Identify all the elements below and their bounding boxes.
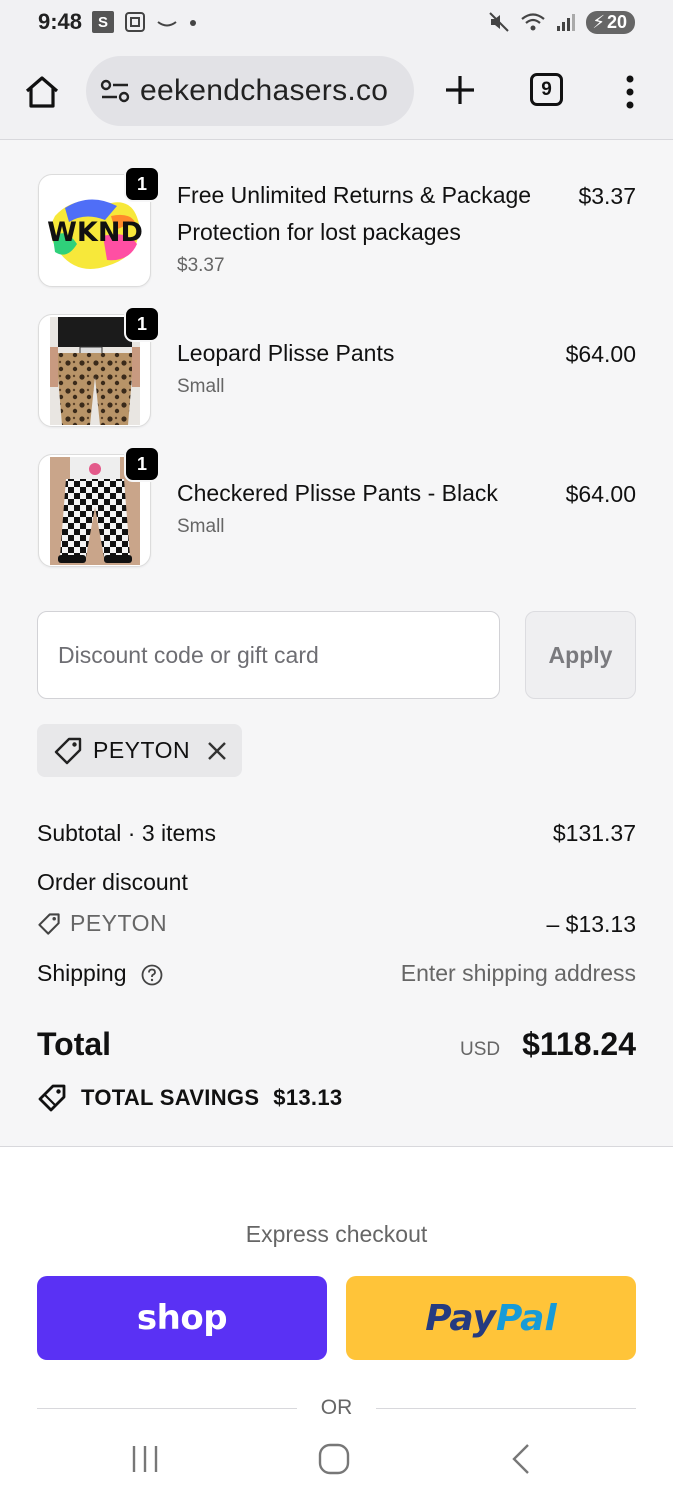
battery-indicator: ⚡ 20 xyxy=(586,10,635,34)
line-item: 1 Checkered Plisse Pants - Black Small $… xyxy=(38,446,636,568)
url-text[interactable]: eekendchasers.co xyxy=(140,74,388,108)
total-value: $118.24 xyxy=(522,1026,636,1062)
order-discount-label: Order discount xyxy=(37,869,188,895)
item-name: Checkered Plisse Pants - Black xyxy=(177,480,498,506)
help-icon[interactable] xyxy=(141,964,163,986)
status-bar: 9:48 S ⚡ 20 xyxy=(0,0,673,44)
express-checkout-title: Express checkout xyxy=(245,1221,428,1247)
divider-line xyxy=(37,1407,297,1409)
notification-dot-icon xyxy=(190,20,197,26)
back-nav-icon[interactable] xyxy=(502,1442,542,1476)
savings-label: TOTAL SAVINGS xyxy=(81,1085,260,1110)
item-price: $64.00 xyxy=(565,341,636,367)
system-nav-bar xyxy=(0,1430,673,1500)
item-price: $3.37 xyxy=(578,183,636,209)
order-discount-code: PEYTON xyxy=(37,910,167,937)
line-item: WKND 1 Free Unlimited Returns & Package … xyxy=(38,166,636,288)
svg-text:WKND: WKND xyxy=(47,217,143,248)
item-subtitle: Small xyxy=(177,516,225,537)
signal-icon xyxy=(557,14,576,31)
total-currency: USD xyxy=(460,1039,501,1060)
savings-value: $13.13 xyxy=(273,1085,343,1110)
charging-icon: ⚡ xyxy=(592,11,605,32)
tag-icon xyxy=(54,737,82,764)
paypal-button[interactable]: Pay Pal xyxy=(346,1276,636,1360)
address-bar[interactable]: eekendchasers.co xyxy=(86,56,414,126)
item-name-continued: Protection for lost packages xyxy=(177,219,461,245)
applied-discount-chip: PEYTON xyxy=(37,724,242,777)
home-icon[interactable] xyxy=(22,72,62,112)
apply-discount-button[interactable]: Apply xyxy=(525,611,636,699)
subtotal-label: Subtotal · 3 items xyxy=(37,820,216,846)
more-options-icon[interactable] xyxy=(620,72,640,112)
subtotal-value: $131.37 xyxy=(552,820,636,846)
quantity-badge: 1 xyxy=(124,166,160,202)
item-name: Leopard Plisse Pants xyxy=(177,340,395,366)
item-name: Free Unlimited Returns & Package xyxy=(177,182,532,208)
amazon-icon xyxy=(157,21,177,27)
savings-tag-icon xyxy=(38,1084,66,1112)
quantity-badge: 1 xyxy=(124,446,160,482)
shipping-value: Enter shipping address xyxy=(400,960,636,986)
total-label: Total xyxy=(37,1026,112,1062)
shop-pay-button[interactable]: shop xyxy=(37,1276,327,1360)
item-price: $64.00 xyxy=(565,481,636,507)
or-divider: OR xyxy=(37,1393,636,1423)
app-badge-icon: S xyxy=(92,11,115,33)
mute-icon xyxy=(489,12,510,32)
line-item: 1 Leopard Plisse Pants Small $64.00 xyxy=(38,306,636,428)
item-subtitle: $3.37 xyxy=(177,255,225,276)
express-checkout-section: Express checkout shop Pay Pal OR xyxy=(0,1146,673,1430)
item-subtitle: Small xyxy=(177,376,225,397)
paypal-logo-pal: Pal xyxy=(496,1297,557,1339)
shop-pay-logo: shop xyxy=(136,1298,228,1338)
tab-switcher-button[interactable]: 9 xyxy=(530,73,563,106)
recent-apps-icon[interactable] xyxy=(126,1442,166,1476)
order-discount-value: – $13.13 xyxy=(546,911,636,937)
paypal-logo-pay: Pay xyxy=(425,1297,496,1339)
quantity-badge: 1 xyxy=(124,306,160,342)
shipping-label: Shipping xyxy=(37,960,127,986)
tab-count: 9 xyxy=(541,78,552,100)
battery-level: 20 xyxy=(606,11,627,32)
home-nav-icon[interactable] xyxy=(314,1442,354,1476)
new-tab-icon[interactable] xyxy=(442,72,478,108)
remove-discount-icon[interactable] xyxy=(206,740,228,762)
order-discount-code-text: PEYTON xyxy=(70,910,168,936)
divider-line xyxy=(376,1407,636,1409)
total-savings: TOTAL SAVINGS $13.13 xyxy=(37,1083,342,1113)
or-label: OR xyxy=(320,1396,353,1419)
browser-toolbar: eekendchasers.co 9 xyxy=(0,44,673,140)
site-settings-icon[interactable] xyxy=(98,76,132,106)
wifi-icon xyxy=(521,13,546,31)
applied-discount-code: PEYTON xyxy=(93,737,191,763)
tag-icon xyxy=(38,912,60,935)
discount-code-input[interactable] xyxy=(37,611,500,699)
screenshot-icon xyxy=(125,12,146,32)
shipping-label-row: Shipping xyxy=(37,960,163,987)
status-time: 9:48 xyxy=(38,9,83,34)
